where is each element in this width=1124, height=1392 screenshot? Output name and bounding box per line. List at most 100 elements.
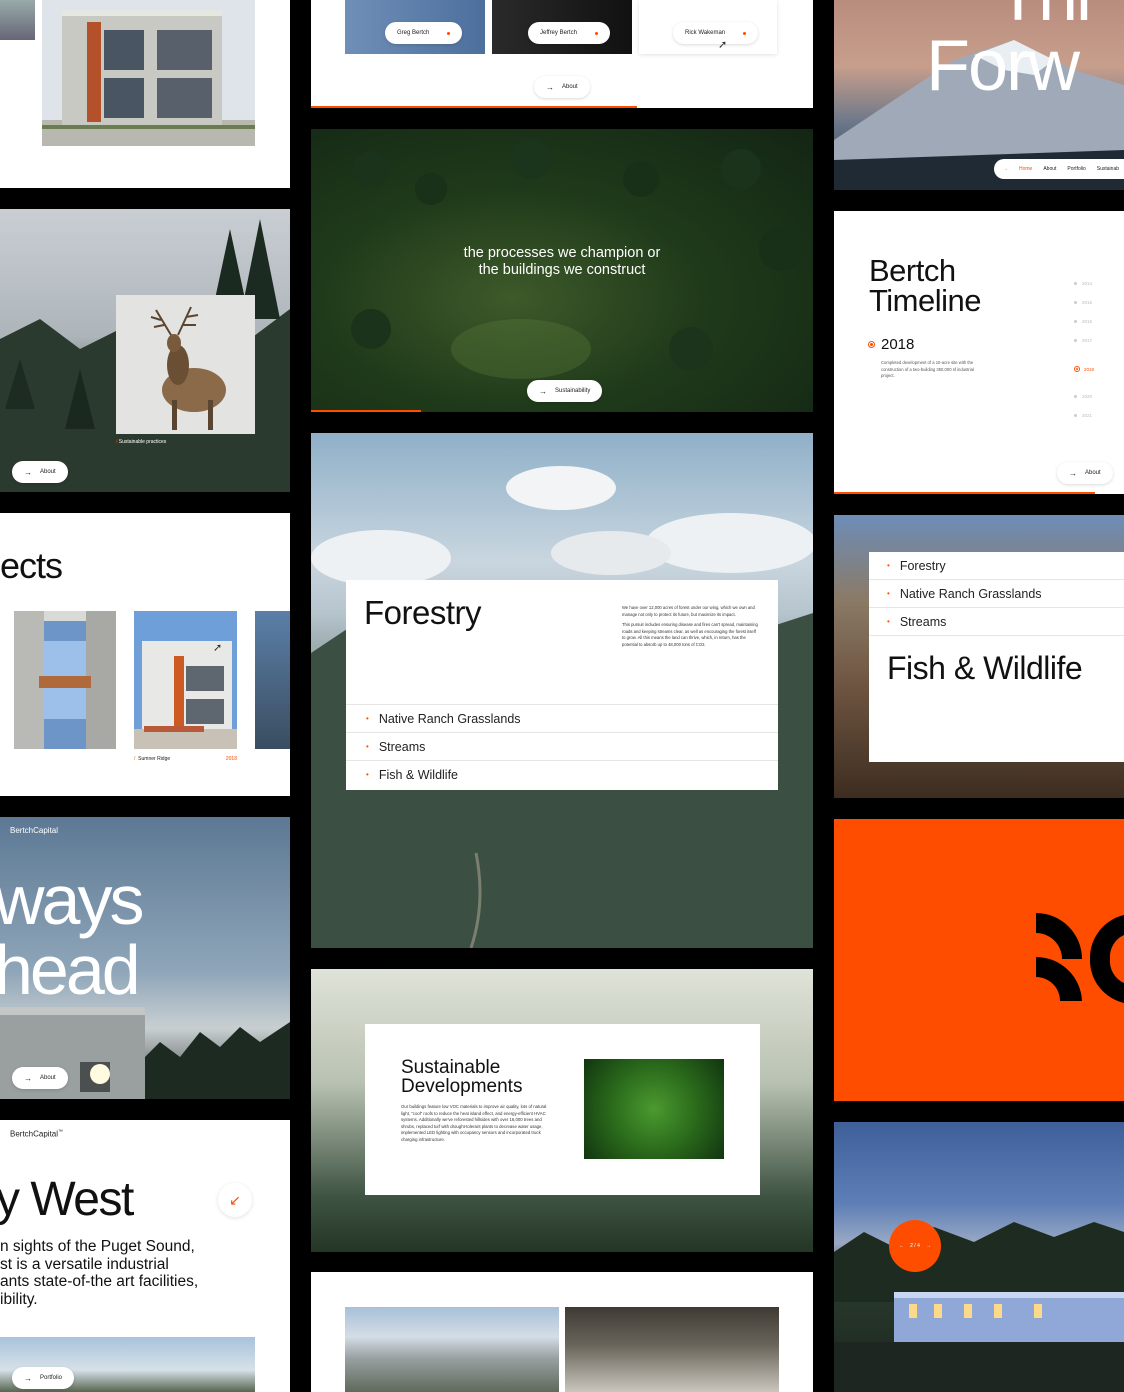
arrow-right-icon: →: [1069, 468, 1077, 478]
sustainable-panel: Sustainable Developments Our buildings f…: [365, 1024, 760, 1195]
timeline-year-item[interactable]: 2017: [1074, 338, 1092, 343]
bullet-icon: •: [366, 770, 369, 779]
projects-title: ects: [0, 545, 63, 586]
sustainability-button[interactable]: → Sustainability: [527, 380, 603, 402]
list-item[interactable]: • Native Ranch Grasslands: [869, 580, 1124, 608]
project-thumb-partial[interactable]: [255, 611, 290, 749]
arrow-right-icon: →: [546, 82, 554, 92]
hero-title-line-2: Forw: [926, 26, 1080, 106]
wildlife-panel: • Forestry • Native Ranch Grasslands • Stre…: [869, 552, 1124, 762]
slide-counter: 2 / 4: [910, 1243, 920, 1249]
sustainable-body: Our buildings feature low VOC materials …: [401, 1104, 547, 1142]
slider-control[interactable]: ← 2 / 4 →: [889, 1220, 941, 1272]
warehouse-card: [311, 1272, 813, 1392]
timeline-year-item[interactable]: 2021: [1074, 413, 1092, 418]
arrow-left-icon[interactable]: ←: [899, 1243, 904, 1249]
project-thumb-interior[interactable]: [14, 611, 116, 749]
list-item[interactable]: • Streams: [346, 732, 778, 760]
timeline-year-item[interactable]: 2015: [1074, 300, 1092, 305]
bullet-icon: •: [887, 561, 890, 570]
timeline-year-item[interactable]: 2014: [1074, 281, 1092, 286]
timeline-title: Bertch Timeline: [869, 253, 982, 318]
list-item[interactable]: • Streams: [869, 608, 1124, 636]
team-card: Greg Bertch Jeffrey Bertch Rick Wakeman …: [311, 0, 813, 108]
timeline-year-item-active[interactable]: 2018: [1074, 366, 1094, 372]
nav-home[interactable]: Home: [1019, 166, 1032, 172]
list-item[interactable]: • Fish & Wildlife: [346, 760, 778, 788]
progress-bar: [311, 106, 638, 108]
forestry-panel: Forestry We have over 12,000 acres of fo…: [346, 580, 778, 790]
elk-photo: [116, 295, 255, 434]
cursor-icon: ➚: [718, 39, 728, 51]
sustainable-card: Sustainable Developments Our buildings f…: [311, 969, 813, 1252]
sustainable-title: Sustainable Developments: [401, 1057, 523, 1097]
brand-logo: BertchCapital: [10, 826, 59, 835]
forestry-card: Forestry We have over 12,000 acres of fo…: [311, 433, 813, 948]
about-button[interactable]: → About: [534, 76, 590, 98]
elk-caption: / Sustainable practices: [116, 439, 167, 445]
warehouse-exterior-photo: [345, 1307, 559, 1392]
brand-orange-card: [834, 819, 1124, 1101]
dot-icon: [594, 31, 598, 35]
fern-photo: [584, 1059, 724, 1159]
nav-about[interactable]: About: [1043, 166, 1056, 172]
progress-bar: [311, 410, 422, 412]
always-ahead-card: BertchCapital ways head → About: [0, 817, 290, 1099]
arrow-down-left-icon: ↙: [229, 1191, 241, 1208]
wildlife-card: • Forestry • Native Ranch Grasslands • Stre…: [834, 515, 1124, 798]
team-member-jeffrey[interactable]: Jeffrey Bertch: [528, 22, 610, 44]
team-member-rick[interactable]: Rick Wakeman: [673, 22, 759, 44]
west-title: y West: [0, 1173, 134, 1226]
bullet-icon: •: [366, 742, 369, 751]
team-member-greg[interactable]: Greg Bertch: [385, 22, 463, 44]
cursor-icon: ➚: [213, 642, 223, 654]
arrow-right-icon[interactable]: →: [926, 1243, 931, 1249]
mountain-hero-card: Thi Forw → Home About Portfolio Sustaina…: [834, 0, 1124, 190]
bullet-icon: •: [887, 617, 890, 626]
brand-mark-icon: [1036, 913, 1124, 1003]
hero-line-2: head: [0, 931, 141, 1009]
building-thumb-small: [0, 0, 35, 40]
bullet-icon: •: [366, 714, 369, 723]
arrow-right-icon: →: [24, 467, 32, 477]
projects-card: ects ➚ / Sumner Ridge 2018: [0, 513, 290, 796]
brand-logo: BertchCapital™: [10, 1129, 64, 1139]
hero-line-1: ways: [0, 861, 144, 939]
timeline-card: Bertch Timeline 2018 Completed developme…: [834, 211, 1124, 494]
about-button[interactable]: → About: [12, 461, 68, 483]
progress-bar: [834, 492, 1095, 494]
arrow-down-left-button[interactable]: ↙: [218, 1183, 252, 1217]
radio-icon: [868, 341, 875, 348]
bullet-icon: •: [887, 589, 890, 598]
project-caption: / Sumner Ridge 2018: [134, 756, 237, 762]
timeline-year-item[interactable]: 2016: [1074, 319, 1092, 324]
arrow-right-icon: →: [1003, 166, 1008, 172]
west-card: BertchCapital™ y West ↙ n sights of the …: [0, 1120, 290, 1392]
list-item[interactable]: • Native Ranch Grasslands: [346, 704, 778, 732]
timeline-year-heading: 2018: [868, 336, 914, 353]
warehouse-interior-photo: [565, 1307, 779, 1392]
building-photo: [42, 0, 255, 146]
forestry-title: Forestry: [364, 594, 482, 631]
dot-icon: [447, 31, 451, 35]
west-body: n sights of the Puget Sound, st is a ver…: [0, 1238, 199, 1308]
about-button[interactable]: → About: [1057, 462, 1113, 484]
nav-portfolio[interactable]: Portfolio: [1067, 166, 1085, 172]
top-nav: → Home About Portfolio Sustainab: [994, 159, 1124, 179]
project-thumb-sumner-ridge[interactable]: [134, 611, 237, 749]
night-warehouse-card: ← 2 / 4 →: [834, 1122, 1124, 1392]
processes-card: the processes we champion or the buildin…: [311, 129, 813, 412]
nav-sustainability[interactable]: Sustainab: [1097, 166, 1119, 172]
portfolio-button[interactable]: → Portfolio: [12, 1367, 75, 1389]
arrow-right-icon: →: [24, 1073, 32, 1083]
dot-icon: [743, 31, 747, 35]
list-item[interactable]: • Forestry: [869, 552, 1124, 580]
timeline-year-item[interactable]: 2020: [1074, 394, 1092, 399]
building-card: [0, 0, 290, 188]
arrow-right-icon: →: [539, 386, 547, 396]
processes-tagline: the processes we champion or the buildin…: [463, 245, 661, 278]
timeline-description: Completed development of a 10-acre site …: [881, 360, 974, 378]
warehouse-night-photo: [834, 1222, 1124, 1392]
about-button[interactable]: → About: [12, 1067, 68, 1089]
forestry-description: We have over 12,000 acres of forest unde…: [622, 605, 758, 647]
